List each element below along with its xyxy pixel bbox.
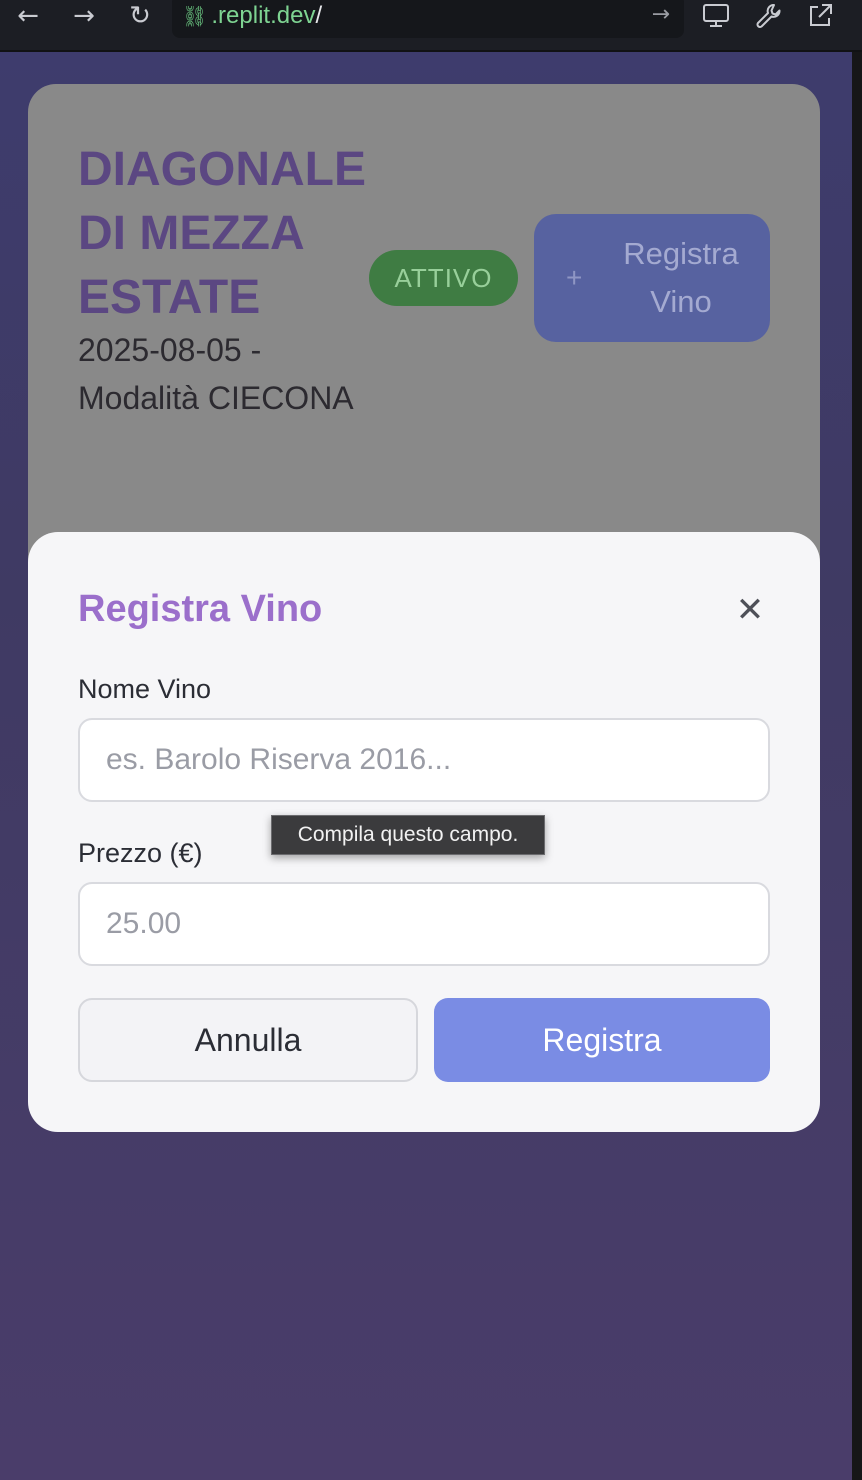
back-arrow-icon[interactable]: ← [12, 0, 44, 32]
register-wine-button[interactable]: + Registra Vino [534, 214, 770, 342]
wine-name-input[interactable] [78, 718, 770, 802]
window-edge [852, 52, 862, 1480]
plus-icon: + [566, 262, 583, 293]
status-badge: ATTIVO [369, 250, 518, 306]
wrench-icon[interactable] [752, 0, 784, 32]
external-link-icon[interactable] [804, 0, 836, 32]
price-label: Prezzo (€) [78, 838, 203, 868]
link-icon: ⛓ [182, 4, 208, 28]
forward-arrow-icon[interactable]: → [68, 0, 100, 32]
monitor-icon[interactable] [700, 0, 732, 32]
close-icon[interactable]: ✕ [728, 588, 772, 632]
url-path: / [315, 2, 323, 29]
wine-name-label: Nome Vino [78, 674, 212, 704]
register-wine-button-label: Registra Vino [623, 236, 739, 319]
event-subtitle: 2025-08-05 - Modalità CIECONA [78, 332, 354, 416]
modal-title: Registra Vino [78, 588, 323, 630]
url-host: .replit.dev [211, 2, 316, 29]
go-arrow-icon[interactable]: → [652, 2, 670, 27]
browser-toolbar: ← → ↻ ⛓ .replit.dev / → [0, 0, 862, 52]
submit-button[interactable]: Registra [434, 998, 770, 1082]
cancel-button[interactable]: Annulla [78, 998, 418, 1082]
url-bar[interactable]: ⛓ .replit.dev / → [172, 0, 684, 38]
reload-icon[interactable]: ↻ [124, 0, 156, 32]
price-input[interactable] [78, 882, 770, 966]
validation-tooltip: Compila questo campo. [271, 815, 545, 855]
event-title: DIAGONALE DI MEZZA ESTATE [78, 143, 366, 324]
